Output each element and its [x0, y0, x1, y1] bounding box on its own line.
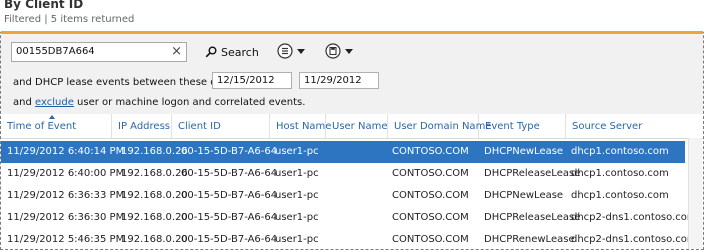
- list-circle-icon: [277, 43, 293, 59]
- save-circle-icon: [325, 43, 341, 59]
- date-range-label: and DHCP lease events between these date…: [13, 77, 242, 88]
- column-header-time[interactable]: Time of Event: [1, 114, 112, 138]
- column-header-host[interactable]: Host Name: [270, 114, 331, 138]
- table-row[interactable]: 11/29/2012 6:40:14 PM 192.168.0.26 00-15…: [1, 141, 685, 163]
- exclude-option: and exclude user or machine logon and co…: [13, 97, 305, 108]
- end-date-field[interactable]: 11/29/2012: [299, 72, 379, 89]
- column-header-event-type[interactable]: Event Type: [479, 114, 566, 138]
- result-summary: Filtered | 5 items returned: [4, 14, 135, 25]
- column-header-source-server[interactable]: Source Server: [566, 114, 686, 138]
- sort-ascending-icon: [49, 115, 55, 119]
- search-button-label: Search: [221, 45, 259, 59]
- search-icon: [205, 46, 217, 58]
- exclude-link[interactable]: exclude: [35, 97, 74, 108]
- table-row[interactable]: 11/29/2012 5:46:35 PM 192.168.0.20 00-15…: [1, 229, 697, 250]
- table-row[interactable]: 11/29/2012 6:36:30 PM 192.168.0.20 00-15…: [1, 207, 697, 229]
- events-table: Time of Event IP Address Client ID Host …: [1, 114, 703, 249]
- search-button[interactable]: Search: [205, 43, 259, 61]
- table-row[interactable]: 11/29/2012 6:36:33 PM 192.168.0.20 00-15…: [1, 185, 685, 207]
- chevron-down-icon: [297, 48, 305, 54]
- page-title: By Client ID: [4, 0, 84, 11]
- column-header-client-id[interactable]: Client ID: [172, 114, 270, 138]
- exclude-suffix: user or machine logon and correlated eve…: [77, 97, 306, 108]
- save-dropdown[interactable]: [325, 42, 353, 60]
- vertical-scrollbar[interactable]: [688, 138, 702, 249]
- table-row[interactable]: 11/29/2012 6:40:00 PM 192.168.0.26 00-15…: [1, 163, 685, 185]
- search-input[interactable]: 00155DB7A664 ×: [11, 42, 187, 62]
- start-date-field[interactable]: 12/15/2012: [212, 72, 292, 89]
- columns-dropdown[interactable]: [277, 42, 305, 60]
- search-input-value[interactable]: 00155DB7A664: [16, 46, 95, 57]
- column-header-ip[interactable]: IP Address: [112, 114, 172, 138]
- clear-icon[interactable]: ×: [171, 44, 182, 60]
- header-divider: [1, 138, 703, 139]
- page-header: By Client ID Filtered | 5 items returned: [0, 0, 704, 32]
- column-header-user[interactable]: User Name: [326, 114, 388, 138]
- search-panel: 00155DB7A664 × Search and DHCP lease eve…: [1, 34, 703, 114]
- column-header-domain[interactable]: User Domain Name: [388, 114, 491, 138]
- chevron-down-icon: [345, 48, 353, 54]
- exclude-prefix: and: [13, 97, 32, 108]
